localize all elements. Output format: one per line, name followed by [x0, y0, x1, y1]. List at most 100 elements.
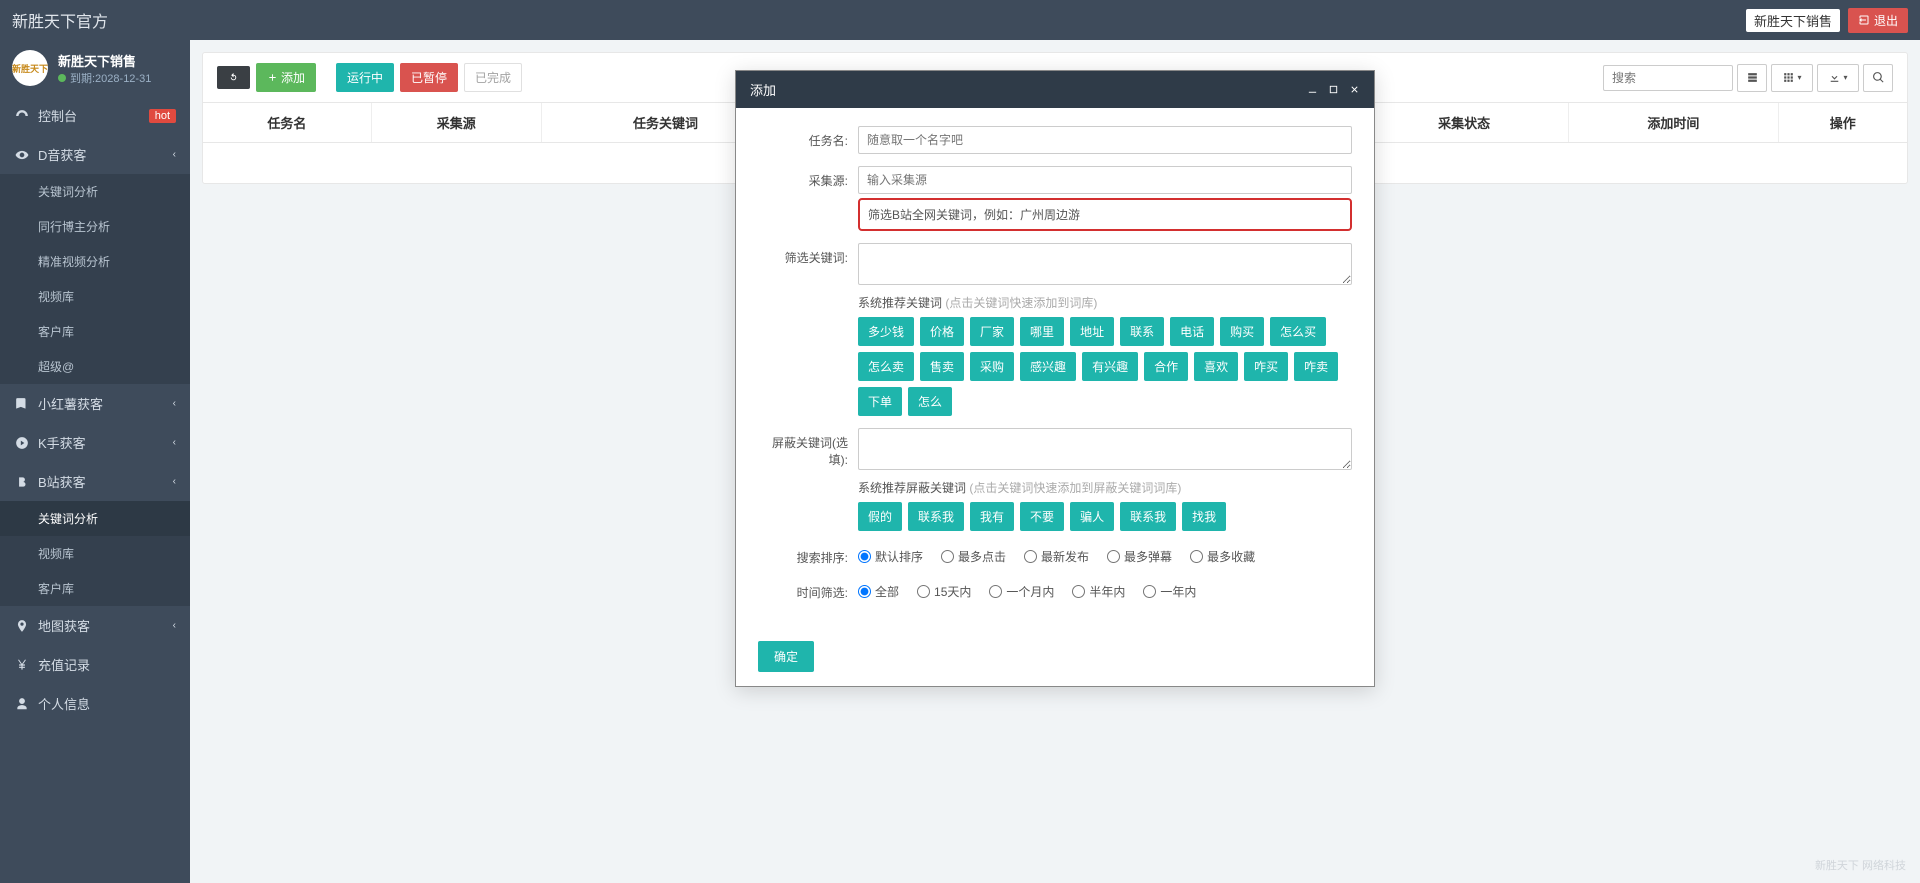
plus-icon [267, 72, 278, 83]
running-filter-button[interactable]: 运行中 [336, 63, 394, 92]
sidebar-item-profile[interactable]: 个人信息 [0, 684, 190, 723]
rec-kw-tag[interactable]: 地址 [1070, 317, 1114, 346]
sort-option[interactable]: 默认排序 [858, 548, 923, 565]
time-radio-group: 全部 15天内 一个月内 半年内 一年内 [858, 578, 1352, 600]
sidebar-sub-keyword-analysis[interactable]: 关键词分析 [0, 174, 190, 209]
minimize-button[interactable] [1307, 84, 1318, 95]
sidebar-sub-customer-lib[interactable]: 客户库 [0, 314, 190, 349]
rec-block-tag[interactable]: 找我 [1182, 502, 1226, 531]
add-button-label: 添加 [281, 69, 305, 86]
user-icon [14, 696, 30, 712]
confirm-button[interactable]: 确定 [758, 641, 814, 672]
time-option[interactable]: 半年内 [1072, 583, 1125, 600]
task-name-input[interactable] [858, 126, 1352, 154]
rec-kw-tag[interactable]: 采购 [970, 352, 1014, 381]
time-option[interactable]: 一年内 [1143, 583, 1196, 600]
sidebar-item-label: 小红薯获客 [38, 394, 103, 413]
sidebar-sub-super-at[interactable]: 超级@ [0, 349, 190, 384]
rec-kw-tag[interactable]: 喜欢 [1194, 352, 1238, 381]
sidebar-item-xiaohongshu[interactable]: 小红薯获客 ‹ [0, 384, 190, 423]
sidebar-user-expiry: 到期:2028-12-31 [58, 70, 151, 86]
rec-kw-tag[interactable]: 联系 [1120, 317, 1164, 346]
exit-button[interactable]: 退出 [1848, 8, 1908, 33]
rec-kw-tag[interactable]: 合作 [1144, 352, 1188, 381]
search-input[interactable] [1603, 65, 1733, 91]
source-input[interactable] [858, 166, 1352, 194]
rec-block-tag[interactable]: 假的 [858, 502, 902, 531]
rec-kw-tag[interactable]: 怎么买 [1270, 317, 1326, 346]
sort-option[interactable]: 最多弹幕 [1107, 548, 1172, 565]
close-button[interactable] [1349, 84, 1360, 95]
sort-radio-group: 默认排序 最多点击 最新发布 最多弹幕 最多收藏 [858, 543, 1352, 565]
sidebar-sub-bilibili-video[interactable]: 视频库 [0, 536, 190, 571]
rec-block-tag[interactable]: 我有 [970, 502, 1014, 531]
map-pin-icon [14, 618, 30, 634]
rec-kw-tag[interactable]: 厂家 [970, 317, 1014, 346]
view-grid-button[interactable]: ▾ [1771, 64, 1813, 92]
sidebar-item-bilibili[interactable]: B站获客 ‹ [0, 462, 190, 501]
refresh-button[interactable] [217, 66, 250, 89]
sidebar-item-console[interactable]: 控制台 hot [0, 96, 190, 135]
sidebar-sub-video-analysis[interactable]: 精准视频分析 [0, 244, 190, 279]
rec-kw-tag[interactable]: 怎么 [908, 387, 952, 416]
search-button[interactable] [1863, 64, 1893, 92]
sidebar-item-recharge[interactable]: 充值记录 [0, 645, 190, 684]
rec-block-tag[interactable]: 骗人 [1070, 502, 1114, 531]
download-icon [1828, 71, 1841, 84]
rec-kw-tag[interactable]: 咋买 [1244, 352, 1288, 381]
paused-filter-button[interactable]: 已暂停 [400, 63, 458, 92]
chevron-left-icon: ‹ [173, 437, 176, 448]
sidebar-sub-video-lib[interactable]: 视频库 [0, 279, 190, 314]
add-button[interactable]: 添加 [256, 63, 316, 92]
view-form-button[interactable] [1737, 64, 1767, 92]
rec-kw-tag[interactable]: 怎么卖 [858, 352, 914, 381]
rec-kw-tag[interactable]: 电话 [1170, 317, 1214, 346]
filter-kw-input[interactable] [858, 243, 1352, 285]
sidebar-item-douyin[interactable]: D音获客 ‹ [0, 135, 190, 174]
sidebar-sub-bilibili-customer[interactable]: 客户库 [0, 571, 190, 606]
time-option[interactable]: 15天内 [917, 583, 971, 600]
block-kw-input[interactable] [858, 428, 1352, 470]
rec-kw-tag[interactable]: 感兴趣 [1020, 352, 1076, 381]
sidebar-sub-peer-analysis[interactable]: 同行博主分析 [0, 209, 190, 244]
rec-kw-tag[interactable]: 哪里 [1020, 317, 1064, 346]
rec-kw-tag[interactable]: 购买 [1220, 317, 1264, 346]
sidebar-sub-bilibili-keyword[interactable]: 关键词分析 [0, 501, 190, 536]
sort-option[interactable]: 最新发布 [1024, 548, 1089, 565]
rec-kw-title: 系统推荐关键词 (点击关键词快速添加到词库) [858, 294, 1352, 311]
form-icon [1746, 71, 1759, 84]
rec-kw-tag[interactable]: 多少钱 [858, 317, 914, 346]
rec-block-tag[interactable]: 联系我 [1120, 502, 1176, 531]
time-option[interactable]: 一个月内 [989, 583, 1054, 600]
refresh-icon [228, 72, 239, 83]
sidebar-item-kuaishou[interactable]: K手获客 ‹ [0, 423, 190, 462]
rec-block-tag[interactable]: 不要 [1020, 502, 1064, 531]
sidebar-item-label: 控制台 [38, 106, 77, 125]
modal-footer: 确定 [736, 627, 1374, 686]
sidebar-item-map[interactable]: 地图获客 ‹ [0, 606, 190, 645]
sidebar: 新胜天下 新胜天下销售 到期:2028-12-31 控制台 hot D音获客 ‹ [0, 40, 190, 883]
book-icon [14, 396, 30, 412]
rec-block-tags: 假的联系我我有不要骗人联系我找我 [858, 502, 1352, 531]
sidebar-item-label: K手获客 [38, 433, 86, 452]
rec-block-tag[interactable]: 联系我 [908, 502, 964, 531]
add-task-modal: 添加 任务名: 采集源: 筛选B站全网关键词，例如：广州周边游 [735, 70, 1375, 687]
col-task-name: 任务名 [203, 103, 371, 143]
task-name-label: 任务名: [758, 126, 858, 154]
sort-option[interactable]: 最多点击 [941, 548, 1006, 565]
rec-kw-tag[interactable]: 咋卖 [1294, 352, 1338, 381]
rec-kw-tag[interactable]: 有兴趣 [1082, 352, 1138, 381]
modal-body: 任务名: 采集源: 筛选B站全网关键词，例如：广州周边游 筛选关键词: 系统推荐… [736, 108, 1374, 627]
sort-option[interactable]: 最多收藏 [1190, 548, 1255, 565]
watermark: 新胜天下 网络科技 [1815, 857, 1906, 873]
sidebar-user-block: 新胜天下 新胜天下销售 到期:2028-12-31 [0, 40, 190, 96]
rec-kw-tag[interactable]: 下单 [858, 387, 902, 416]
rec-kw-tag[interactable]: 价格 [920, 317, 964, 346]
eye-icon [14, 147, 30, 163]
done-filter-button[interactable]: 已完成 [464, 63, 522, 92]
hot-badge: hot [149, 109, 176, 123]
export-button[interactable]: ▾ [1817, 64, 1859, 92]
rec-kw-tag[interactable]: 售卖 [920, 352, 964, 381]
maximize-button[interactable] [1328, 84, 1339, 95]
time-option[interactable]: 全部 [858, 583, 899, 600]
